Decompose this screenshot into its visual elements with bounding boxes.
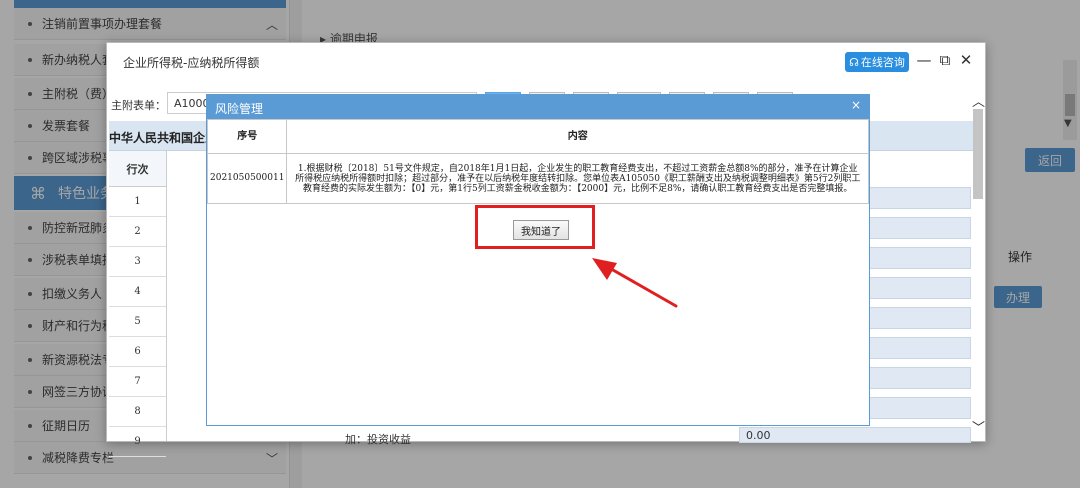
pointer-arrow-icon [592, 258, 678, 308]
